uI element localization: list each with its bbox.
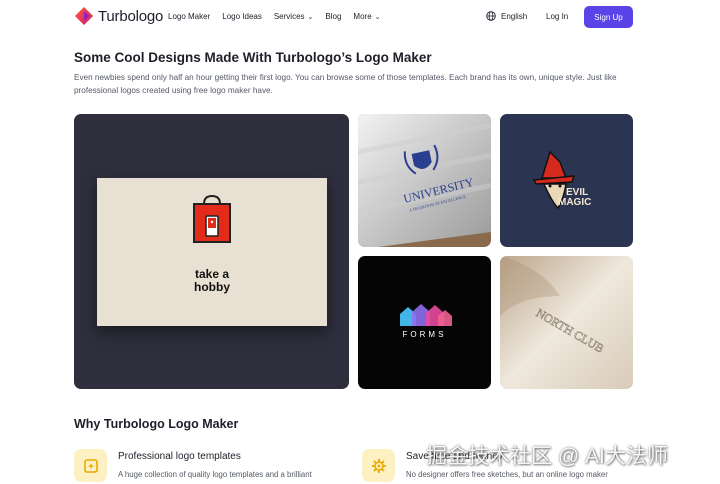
gallery-card-evil-magic[interactable]: EVIL MAGIC <box>500 114 633 247</box>
gallery-card-take-a-hobby[interactable]: take a hobby <box>74 114 349 389</box>
language-selector[interactable]: English <box>486 11 527 21</box>
nav-label: Logo Ideas <box>222 12 262 21</box>
evil-magic-mockup: EVIL MAGIC <box>532 150 591 210</box>
evil-magic-line2: MAGIC <box>558 197 591 208</box>
signup-button[interactable]: Sign Up <box>584 6 633 28</box>
nav-label: Blog <box>325 12 342 21</box>
forms-name: FORMS <box>403 330 447 339</box>
feature-text: A huge collection of quality logo templa… <box>118 470 312 479</box>
nav-label: Services <box>273 12 305 21</box>
globe-icon <box>486 11 496 21</box>
nav-logo-ideas[interactable]: Logo Ideas <box>222 12 262 21</box>
login-link[interactable]: Log In <box>546 12 568 21</box>
feature-text: No designer offers free sketches, but an… <box>406 470 608 479</box>
turbologo-logo-icon <box>75 7 93 25</box>
nav-label: More <box>353 12 372 21</box>
feature-icon-box <box>74 449 107 482</box>
shopping-bag-icon <box>193 194 231 243</box>
chevron-down-icon: ⌄ <box>307 13 314 21</box>
nav-services[interactable]: Services ⌄ <box>274 12 314 21</box>
watermark: 掘金技术社区 @ AI大法师 <box>426 445 668 468</box>
feature-icon-box <box>362 449 395 482</box>
nav-logo-maker[interactable]: Logo Maker <box>168 12 210 21</box>
gallery-card-university[interactable]: UNIVERSITY A TRADITION OF EXCELLENCE <box>358 114 491 247</box>
brand-name: Turbologo <box>98 7 164 25</box>
language-label: English <box>501 11 528 21</box>
forms-mockup: FORMS <box>400 304 452 339</box>
chevron-down-icon: ⌄ <box>374 13 381 21</box>
hobby-text-line1: take a <box>194 267 230 281</box>
brand-logo[interactable]: Turbologo <box>74 6 163 26</box>
university-mockup: UNIVERSITY A TRADITION OF EXCELLENCE <box>358 114 491 247</box>
showcase-description: Even newbies spend only half an hour get… <box>74 73 617 95</box>
nav-blog[interactable]: Blog <box>325 12 341 21</box>
showcase-title: Some Cool Designs Made With Turbologo’s … <box>74 50 432 65</box>
north-club-mockup: NORTH CLUB <box>500 256 633 389</box>
star-sparkle-icon <box>83 458 98 473</box>
nav-label: Logo Maker <box>168 12 211 21</box>
gallery-card-north-club[interactable]: NORTH CLUB <box>500 256 633 389</box>
gallery-card-forms[interactable]: FORMS <box>358 256 491 389</box>
gear-icon <box>371 458 386 473</box>
site-header: Turbologo Logo Maker Logo Ideas Services… <box>0 0 720 34</box>
feature-title: Professional logo templates <box>118 451 241 462</box>
main-nav: Logo Maker Logo Ideas Services ⌄ Blog Mor… <box>168 12 393 21</box>
nav-more[interactable]: More ⌄ <box>353 12 380 21</box>
why-title: Why Turbologo Logo Maker <box>74 417 239 431</box>
hobby-text-line2: hobby <box>194 280 230 294</box>
houses-icon <box>400 304 452 326</box>
business-card-mockup: take a hobby <box>97 178 327 326</box>
